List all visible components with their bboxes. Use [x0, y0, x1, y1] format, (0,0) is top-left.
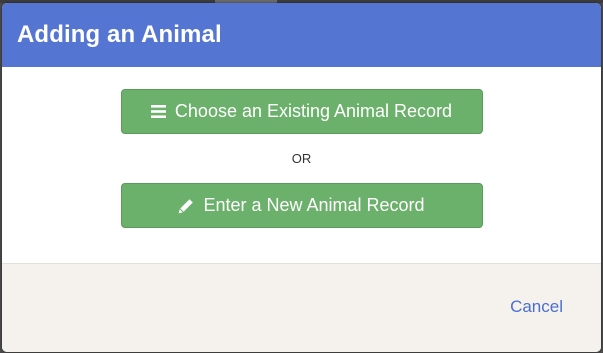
choose-existing-animal-button[interactable]: Choose an Existing Animal Record — [120, 89, 483, 134]
pencil-icon — [178, 198, 194, 214]
dialog-title: Adding an Animal — [17, 21, 222, 48]
dialog-body: Choose an Existing Animal Record OR Ente… — [2, 67, 601, 263]
cancel-link[interactable]: Cancel — [510, 297, 563, 317]
enter-new-animal-label: Enter a New Animal Record — [203, 195, 425, 215]
dialog-footer: Cancel — [2, 263, 601, 352]
dialog-header: Adding an Animal — [2, 3, 601, 67]
choose-existing-animal-label: Choose an Existing Animal Record — [174, 101, 453, 121]
add-animal-dialog: Adding an Animal Choose an Existing Anim… — [2, 3, 601, 352]
list-icon — [150, 105, 166, 118]
or-separator: OR — [291, 151, 312, 166]
enter-new-animal-button[interactable]: Enter a New Animal Record — [120, 183, 483, 228]
